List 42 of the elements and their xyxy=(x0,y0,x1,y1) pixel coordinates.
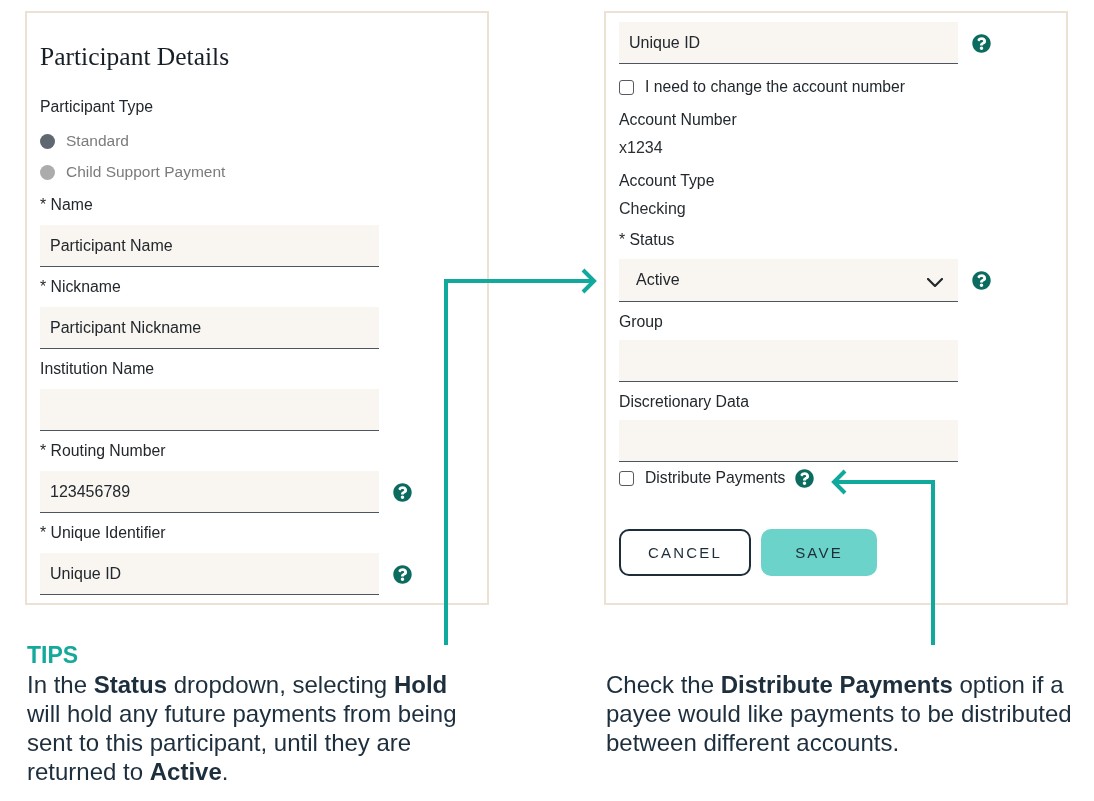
text-field[interactable] xyxy=(619,420,958,462)
field-label: Account Type xyxy=(619,171,715,191)
radio-label[interactable]: Standard xyxy=(66,132,129,150)
help-icon[interactable] xyxy=(393,564,412,584)
note-text: Check the Distribute Payments option if a payee would like payments to be distributed between different accounts. xyxy=(606,670,1073,757)
cancel-button[interactable]: CANCEL xyxy=(619,529,751,576)
field-value: x1234 xyxy=(619,138,663,158)
radio-label[interactable]: Child Support Payment xyxy=(66,163,226,181)
text-field[interactable]: 123456789 xyxy=(40,471,379,513)
field-label: * Nickname xyxy=(40,277,121,297)
checkbox[interactable] xyxy=(619,470,634,486)
help-icon[interactable] xyxy=(393,482,412,502)
field-label: Account Number xyxy=(619,110,737,130)
field-value: Checking xyxy=(619,199,686,219)
field-label: * Name xyxy=(40,195,93,215)
tips-heading: TIPS xyxy=(27,642,79,668)
text-field[interactable]: Participant Name xyxy=(40,225,379,267)
save-button[interactable]: SAVE xyxy=(761,529,877,576)
checkbox-label[interactable]: Distribute Payments xyxy=(645,469,786,487)
field-label: Institution Name xyxy=(40,359,155,379)
panel-title: Participant Details xyxy=(40,42,230,72)
checkbox[interactable] xyxy=(619,79,634,95)
chevron-down-icon xyxy=(927,277,943,287)
radio-button[interactable] xyxy=(40,133,55,149)
radio-button[interactable] xyxy=(40,164,55,180)
field-label: * Status xyxy=(619,230,675,250)
field-label: Participant Type xyxy=(40,97,153,117)
help-icon[interactable] xyxy=(972,271,991,290)
text-field[interactable]: Unique ID xyxy=(40,553,379,595)
field-label: * Unique Identifier xyxy=(40,523,166,543)
text-field[interactable]: Unique ID xyxy=(619,22,958,64)
text-field[interactable]: Participant Nickname xyxy=(40,307,379,349)
field-label: * Routing Number xyxy=(40,441,166,461)
text-field[interactable] xyxy=(619,340,958,382)
checkbox-label[interactable]: I need to change the account number xyxy=(645,78,905,96)
status-dropdown[interactable]: Active xyxy=(619,259,958,302)
field-label: Group xyxy=(619,312,663,332)
text-field[interactable] xyxy=(40,389,379,431)
tips-text: In the Status dropdown, selecting Hold will hold any future payments from being sent to this participant, until they are returned to Active. xyxy=(27,670,458,786)
help-icon[interactable] xyxy=(972,33,991,53)
help-icon[interactable] xyxy=(795,468,815,488)
field-label: Discretionary Data xyxy=(619,392,749,412)
